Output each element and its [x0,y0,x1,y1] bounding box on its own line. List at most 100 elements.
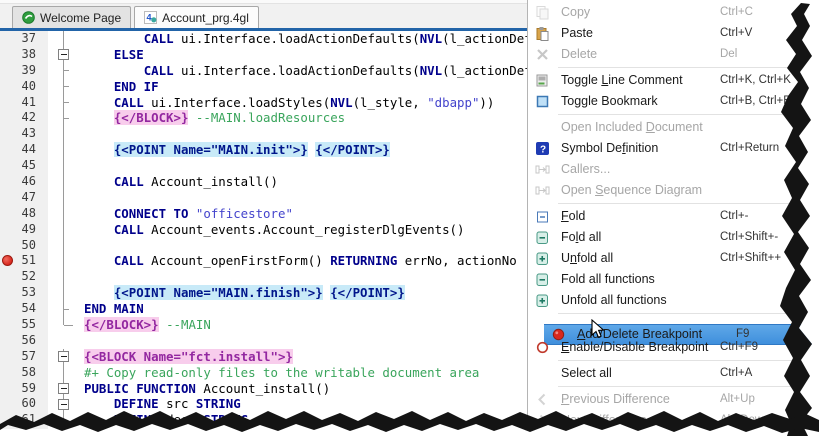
menu-item-delete[interactable]: Delete Del [528,44,819,65]
menu-item-copy[interactable]: Copy Ctrl+C [528,2,819,23]
line-number: 37 [21,31,36,45]
menu-item-shortcut: Alt+Up [720,393,755,405]
menu-item-fold[interactable]: Fold Ctrl+- [528,206,819,227]
svg-text:4: 4 [147,13,152,23]
menu-item-unfold-all[interactable]: Unfold all Ctrl+Shift++ [528,248,819,269]
no-icon [535,366,550,381]
menu-item-label: Unfold all functions [561,293,667,307]
gutter-line-38[interactable]: 38 [0,46,48,63]
menu-item-shortcut: Ctrl+Shift++ [720,252,782,264]
symbol-definition-icon: ? [535,141,550,156]
fold-marker [48,174,80,190]
menu-separator [558,203,816,204]
fold-marker[interactable] [48,46,80,63]
gutter-line-43[interactable]: 43 [0,126,48,143]
fold-marker [48,158,80,175]
line-number: 45 [21,158,36,173]
menu-item-toggle-bookmark[interactable]: Toggle Bookmark Ctrl+B, Ctrl+B [528,91,819,112]
tab-label: Account_prg.4gl [162,10,249,25]
gutter-line-39[interactable]: 39 [0,62,48,79]
menu-item-label: Copy [561,5,591,19]
breakpoint-icon[interactable] [2,255,13,267]
welcome-page-icon [22,11,35,24]
menu-item-callers[interactable]: Callers... [528,159,819,180]
gutter-line-40[interactable]: 40 [0,78,48,95]
tab-welcome-page[interactable]: Welcome Page [12,6,132,28]
menu-item-shortcut: Ctrl+C [720,6,753,18]
line-number: 53 [21,285,36,300]
line-number: 47 [21,189,36,204]
gutter-line-60[interactable]: 60 [0,396,48,413]
menu-item-unfold-all-functions[interactable]: Unfold all functions [528,290,819,311]
gutter-line-54[interactable]: 54 [0,301,48,318]
gutter-line-50[interactable]: 50 [0,237,48,254]
menu-item-toggle-line-comment[interactable]: Toggle Line Comment Ctrl+K, Ctrl+K [528,70,819,91]
menu-item-symbol-definition[interactable]: ? Symbol Definition Ctrl+Return [528,138,819,159]
menu-separator [558,313,816,314]
line-number: 57 [21,348,36,363]
gutter-line-55[interactable]: 55 [0,317,48,333]
menu-item-select-all[interactable]: Select all Ctrl+A [528,363,819,384]
menu-item-shortcut: Ctrl+B, Ctrl+B [720,95,791,107]
line-number: 56 [21,332,36,347]
menu-separator [558,386,816,387]
menu-item-shortcut: Ctrl+V [720,27,753,39]
gutter-line-53[interactable]: 53 [0,285,48,302]
line-number: 46 [21,174,36,189]
menu-item-fold-all[interactable]: Fold all Ctrl+Shift+- [528,227,819,248]
menu-item-label: Next Difference [561,413,647,427]
fold-marker [48,78,80,95]
fold-marker [48,126,80,143]
fold-icon [535,209,550,224]
menu-item-paste[interactable]: Paste Ctrl+V [528,23,819,44]
menu-item-label: Callers... [561,162,611,176]
fold-marker [48,142,80,159]
menu-item-fold-all-functions[interactable]: Fold all functions [528,269,819,290]
line-number: 50 [21,237,36,252]
line-number: 55 [21,317,36,332]
tab-account-prg-4gl[interactable]: 4 Account_prg.4gl [134,6,259,28]
gutter-line-52[interactable]: 52 [0,269,48,286]
fold-marker [48,269,80,286]
menu-item-label: Open Sequence Diagram [561,183,703,197]
menu-item-label: Unfold all [561,251,614,265]
gutter-line-46[interactable]: 46 [0,174,48,190]
menu-item-shortcut: Ctrl+Shift+- [720,231,779,243]
menu-item-previous-difference[interactable]: Previous Difference Alt+Up [528,389,819,410]
menu-item-open-sequence-diagram[interactable]: Open Sequence Diagram [528,180,819,201]
gutter-line-56[interactable]: 56 [0,332,48,349]
gutter-line-51[interactable]: 51 [0,253,48,270]
no-icon [535,120,550,135]
menu-item-label: Fold all functions [561,272,655,286]
gutter-line-45[interactable]: 45 [0,158,48,175]
fold-marker [48,110,80,127]
line-number: 59 [21,380,36,395]
menu-item-next-difference[interactable]: Next Difference Alt+Down [528,410,819,431]
line-number: 40 [21,78,36,93]
menu-item-enable-disable-breakpoint[interactable]: Enable/Disable Breakpoint Ctrl+F9 [528,337,819,358]
context-menu: Copy Ctrl+C Paste Ctrl+V Delete Del Toggle Lin… [527,0,819,436]
copy-icon [535,5,550,20]
fold-marker [48,317,80,333]
gutter-line-59[interactable]: 59 [0,380,48,397]
sequence-diagram-icon [535,183,550,198]
gutter-line-48[interactable]: 48 [0,205,48,222]
fold-marker[interactable] [48,396,80,413]
fold-marker[interactable] [48,380,80,397]
gutter-line-44[interactable]: 44 [0,142,48,159]
gutter-line-61[interactable]: 61 [0,412,48,429]
gutter-line-58[interactable]: 58 [0,364,48,381]
gutter-line-41[interactable]: 41 [0,94,48,111]
gutter-line-37[interactable]: 37 [0,31,48,47]
unfold-all-icon [535,251,550,266]
menu-item-shortcut: Del [720,48,738,60]
gutter-line-42[interactable]: 42 [0,110,48,127]
fold-marker[interactable] [48,348,80,365]
menu-item-open-included-document[interactable]: Open Included Document [528,117,819,138]
gutter-line-47[interactable]: 47 [0,189,48,206]
gutter-line-49[interactable]: 49 [0,221,48,238]
gutter-line-57[interactable]: 57 [0,348,48,365]
fold-all-icon [535,272,550,287]
line-number: 58 [21,364,36,379]
unfold-all-icon [535,293,550,308]
